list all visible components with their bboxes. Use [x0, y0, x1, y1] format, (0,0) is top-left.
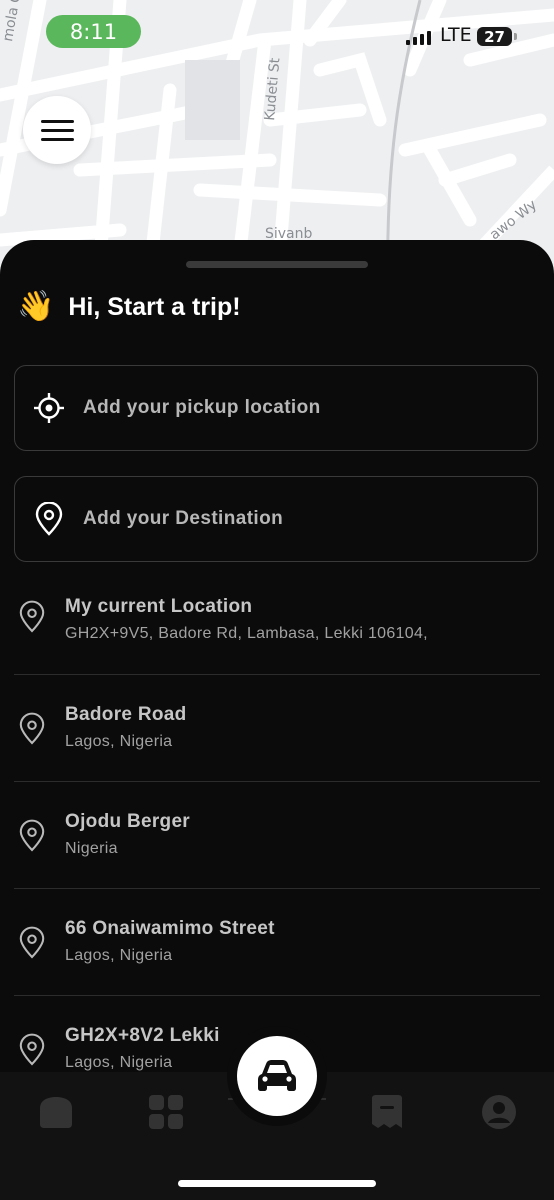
location-pin-icon [18, 600, 46, 638]
menu-button[interactable] [23, 96, 91, 164]
place-title: GH2X+8V2 Lekki [65, 1025, 220, 1046]
recent-places-list: My current Location GH2X+9V5, Badore Rd,… [14, 580, 540, 1102]
place-subtitle: Lagos, Nigeria [65, 1054, 173, 1071]
destination-field[interactable]: Add your Destination [14, 476, 538, 562]
network-type: LTE [440, 24, 472, 46]
place-title: Ojodu Berger [65, 811, 191, 832]
hamburger-icon-line [40, 119, 74, 123]
pickup-location-field[interactable]: Add your pickup location [14, 365, 538, 451]
location-pin-icon [18, 926, 46, 964]
list-item[interactable]: 66 Onaiwamimo Street Lagos, Nigeria [14, 889, 540, 996]
location-pin-icon [18, 819, 46, 857]
battery-level: 27 [484, 27, 505, 46]
place-title: Badore Road [65, 704, 187, 725]
drag-handle[interactable] [186, 261, 368, 268]
list-item[interactable]: My current Location GH2X+9V5, Badore Rd,… [14, 580, 540, 675]
home-indicator [178, 1180, 376, 1187]
greeting: 👋 Hi, Start a trip! [17, 292, 241, 322]
place-subtitle: Lagos, Nigeria [65, 947, 173, 964]
status-time: 8:11 [46, 15, 141, 48]
car-icon [258, 1060, 296, 1091]
waving-hand-icon: 👋 [17, 289, 55, 324]
place-title: My current Location [65, 596, 253, 617]
pickup-placeholder: Add your pickup location [83, 397, 321, 418]
location-pin-icon [18, 1033, 46, 1071]
status-bar: 8:11 LTE 27 [0, 0, 554, 64]
hamburger-icon-line [40, 137, 74, 141]
receipt-icon[interactable] [370, 1094, 406, 1130]
signal-icon [406, 30, 431, 45]
destination-placeholder: Add your Destination [83, 508, 284, 529]
profile-icon[interactable] [481, 1094, 517, 1130]
crosshair-icon [15, 392, 83, 424]
grid-icon[interactable] [148, 1094, 184, 1130]
home-icon[interactable] [38, 1094, 74, 1130]
place-subtitle: Lagos, Nigeria [65, 733, 173, 750]
list-item[interactable]: Badore Road Lagos, Nigeria [14, 675, 540, 782]
hamburger-icon-line [40, 128, 74, 132]
battery-icon: 27 [477, 27, 517, 46]
place-subtitle: GH2X+9V5, Badore Rd, Lambasa, Lekki 1061… [65, 625, 428, 642]
place-title: 66 Onaiwamimo Street [65, 918, 275, 939]
ride-button[interactable] [237, 1036, 317, 1116]
list-item[interactable]: Ojodu Berger Nigeria [14, 782, 540, 889]
place-subtitle: Nigeria [65, 840, 118, 857]
location-pin-icon [18, 712, 46, 750]
greeting-text: Hi, Start a trip! [68, 292, 241, 321]
location-pin-icon [15, 502, 83, 536]
